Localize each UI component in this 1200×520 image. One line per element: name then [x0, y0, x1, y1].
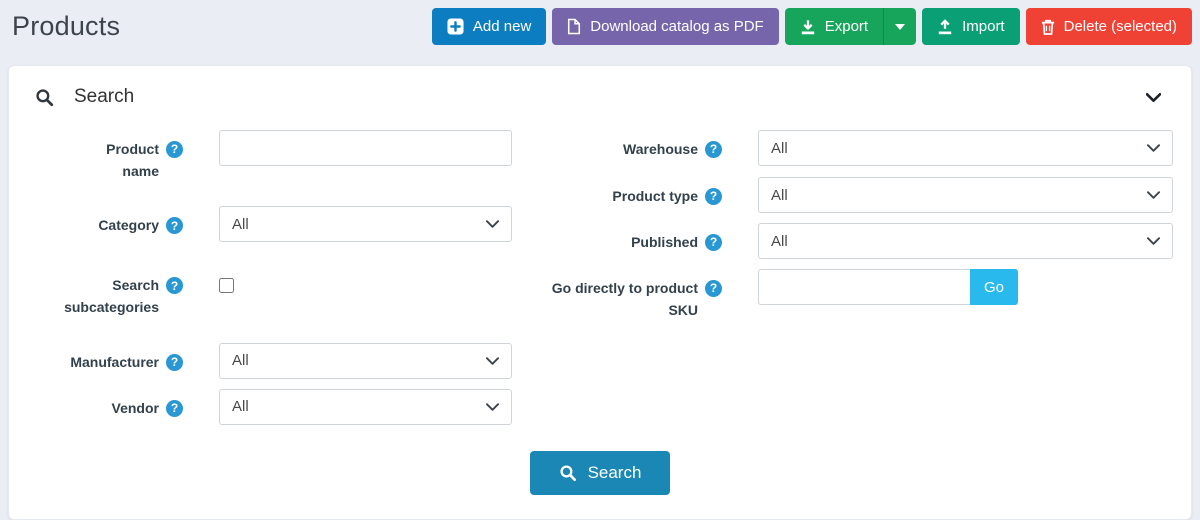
search-button-label: Search — [588, 463, 642, 483]
category-row: Category ? All — [33, 206, 512, 242]
chevron-down-icon — [1146, 93, 1161, 102]
search-subcategories-checkbox[interactable] — [219, 278, 234, 293]
chevron-down-icon — [1147, 237, 1160, 245]
manufacturer-select[interactable]: All — [219, 343, 512, 379]
published-select-value: All — [771, 233, 788, 250]
category-label-group: Category ? — [33, 206, 183, 237]
delete-selected-label: Delete (selected) — [1064, 18, 1177, 35]
search-button-row: Search — [9, 451, 1191, 495]
form-column-left: Product name ? Category ? All — [33, 130, 512, 425]
product-name-label-group: Product name ? — [33, 130, 183, 182]
toolbar: Add new Download catalog as PDF — [432, 8, 1192, 45]
chevron-down-icon — [486, 357, 499, 365]
trash-icon — [1041, 19, 1055, 35]
search-panel: Search Product name ? — [8, 65, 1192, 520]
help-icon[interactable]: ? — [705, 141, 722, 158]
vendor-row: Vendor ? All — [33, 389, 512, 425]
product-name-row: Product name ? — [33, 130, 512, 182]
search-icon — [559, 464, 577, 482]
category-select[interactable]: All — [219, 206, 512, 242]
import-label: Import — [962, 18, 1005, 35]
help-icon[interactable]: ? — [166, 354, 183, 371]
product-name-label: Product name — [93, 139, 159, 182]
import-button[interactable]: Import — [922, 8, 1020, 45]
search-subcategories-label: Search subcategories — [51, 275, 159, 318]
sku-label: Go directly to product SKU — [546, 278, 698, 321]
warehouse-select[interactable]: All — [758, 130, 1173, 166]
go-button[interactable]: Go — [970, 269, 1018, 305]
search-form: Product name ? Category ? All — [9, 130, 1191, 425]
help-icon[interactable]: ? — [705, 280, 722, 297]
search-panel-title: Search — [74, 86, 134, 108]
download-pdf-button[interactable]: Download catalog as PDF — [552, 8, 778, 45]
search-panel-header[interactable]: Search — [9, 66, 1191, 130]
chevron-down-icon — [486, 220, 499, 228]
product-type-select[interactable]: All — [758, 177, 1173, 213]
vendor-label-group: Vendor ? — [33, 389, 183, 420]
category-label: Category — [98, 215, 159, 237]
warehouse-select-value: All — [771, 140, 788, 157]
export-label: Export — [825, 18, 868, 35]
page-title: Products — [12, 11, 120, 42]
sku-row: Go directly to product SKU ? Go — [532, 269, 1173, 321]
upload-icon — [937, 19, 953, 35]
search-subcategories-row: Search subcategories ? — [33, 266, 512, 318]
sku-input-group: Go — [758, 269, 1018, 305]
help-icon[interactable]: ? — [166, 400, 183, 417]
plus-square-icon — [447, 18, 464, 35]
vendor-label: Vendor — [112, 398, 159, 420]
warehouse-label: Warehouse — [623, 139, 698, 161]
chevron-down-icon — [1147, 191, 1160, 199]
manufacturer-label-group: Manufacturer ? — [33, 343, 183, 374]
help-icon[interactable]: ? — [166, 217, 183, 234]
category-select-value: All — [232, 216, 249, 233]
vendor-select-value: All — [232, 398, 249, 415]
page-header: Products Add new Download catalog as PDF — [0, 0, 1200, 45]
published-label: Published — [631, 232, 698, 254]
download-pdf-label: Download catalog as PDF — [590, 18, 763, 35]
delete-selected-button[interactable]: Delete (selected) — [1026, 8, 1192, 45]
collapse-panel-button[interactable] — [1142, 89, 1165, 106]
download-icon — [800, 19, 816, 35]
add-new-button[interactable]: Add new — [432, 8, 546, 45]
search-subcategories-label-group: Search subcategories ? — [33, 266, 183, 318]
published-select[interactable]: All — [758, 223, 1173, 259]
sku-input[interactable] — [758, 269, 970, 305]
product-type-label-group: Product type ? — [532, 177, 722, 208]
sku-label-group: Go directly to product SKU ? — [532, 269, 722, 321]
chevron-down-icon — [1147, 144, 1160, 152]
manufacturer-row: Manufacturer ? All — [33, 343, 512, 379]
add-new-label: Add new — [473, 18, 531, 35]
manufacturer-select-value: All — [232, 352, 249, 369]
help-icon[interactable]: ? — [705, 188, 722, 205]
form-column-right: Warehouse ? All Product type ? — [532, 130, 1173, 425]
warehouse-row: Warehouse ? All — [532, 130, 1173, 166]
help-icon[interactable]: ? — [166, 277, 183, 294]
file-pdf-icon — [567, 18, 581, 35]
export-split-button: Export — [785, 8, 916, 45]
published-label-group: Published ? — [532, 223, 722, 254]
caret-down-icon — [895, 24, 905, 30]
search-icon — [35, 88, 54, 107]
vendor-select[interactable]: All — [219, 389, 512, 425]
product-type-label: Product type — [612, 186, 698, 208]
published-row: Published ? All — [532, 223, 1173, 259]
product-type-select-value: All — [771, 187, 788, 204]
help-icon[interactable]: ? — [166, 141, 183, 158]
chevron-down-icon — [486, 403, 499, 411]
export-button[interactable]: Export — [785, 8, 883, 45]
export-dropdown-button[interactable] — [883, 8, 916, 45]
help-icon[interactable]: ? — [705, 234, 722, 251]
manufacturer-label: Manufacturer — [70, 352, 159, 374]
product-name-input[interactable] — [219, 130, 512, 166]
search-button[interactable]: Search — [530, 451, 671, 495]
warehouse-label-group: Warehouse ? — [532, 130, 722, 161]
product-type-row: Product type ? All — [532, 177, 1173, 213]
